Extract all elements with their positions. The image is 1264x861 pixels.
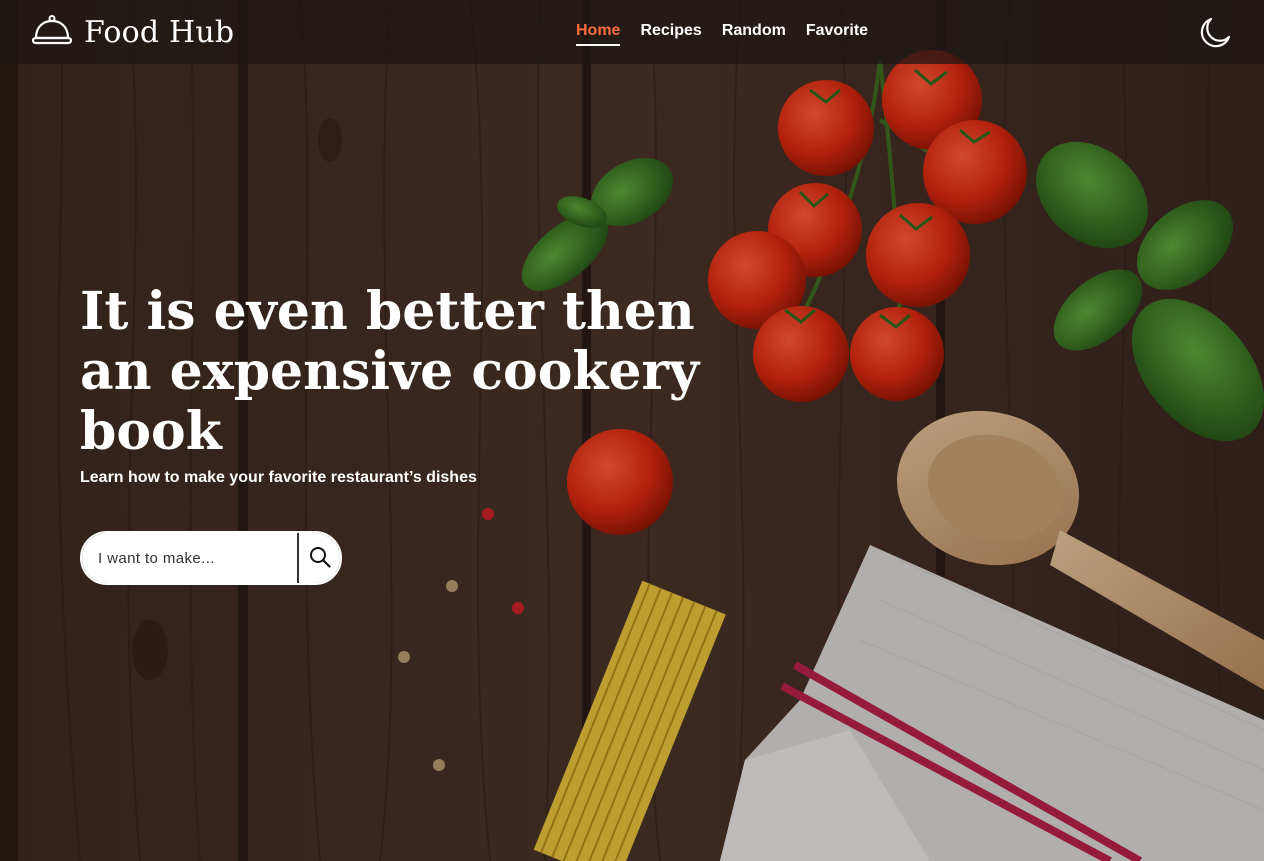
hero-subtitle: Learn how to make your favorite restaura… bbox=[80, 469, 477, 486]
navbar: Food Hub Home Recipes Random Favorite bbox=[0, 0, 1264, 64]
search-form bbox=[80, 531, 342, 585]
search-button[interactable] bbox=[297, 533, 340, 583]
moon-icon bbox=[1198, 17, 1232, 54]
nav-link-random[interactable]: Random bbox=[722, 22, 786, 46]
hero-headline: It is even better then an expensive cook… bbox=[80, 281, 700, 462]
main-nav: Home Recipes Random Favorite bbox=[576, 22, 868, 46]
nav-link-favorite[interactable]: Favorite bbox=[806, 22, 868, 46]
search-input[interactable] bbox=[82, 533, 297, 583]
brand[interactable]: Food Hub bbox=[31, 14, 235, 51]
nav-link-recipes[interactable]: Recipes bbox=[640, 22, 701, 46]
search-icon bbox=[309, 546, 331, 571]
cloche-icon bbox=[31, 14, 73, 51]
theme-toggle-button[interactable] bbox=[1198, 16, 1232, 50]
brand-name: Food Hub bbox=[84, 14, 235, 50]
nav-link-home[interactable]: Home bbox=[576, 22, 621, 46]
